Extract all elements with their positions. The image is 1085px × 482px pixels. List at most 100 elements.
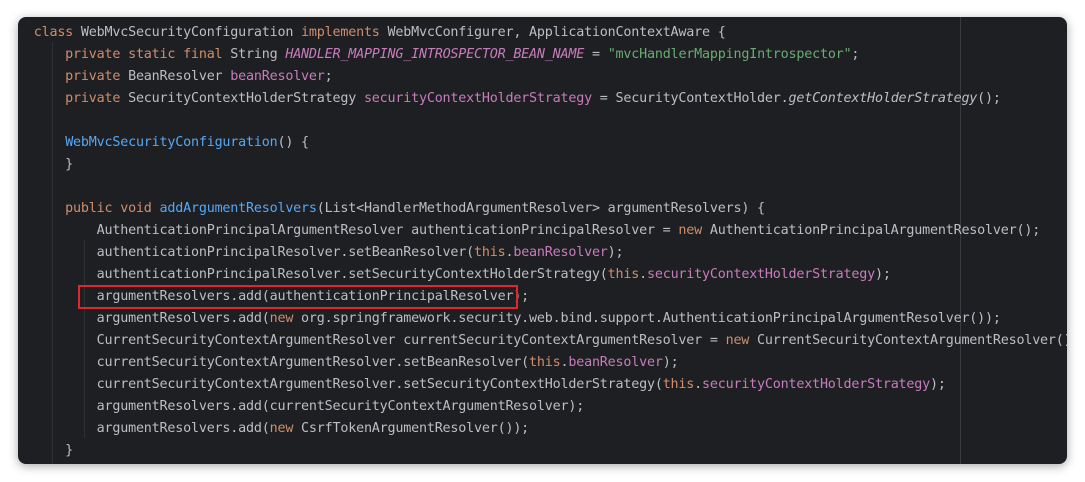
code-token: ; [324,69,333,84]
code-token: private static final [33,47,231,62]
code-token: securityContextHolderStrategy [363,91,592,106]
code-editor[interactable]: class WebMvcSecurityConfiguration implem… [18,17,1067,464]
code-token: CurrentSecurityContextArgumentResolver c… [33,333,726,348]
code-line[interactable]: AuthenticationPrincipalArgumentResolver … [18,220,1067,242]
code-token: new [725,333,758,348]
code-token: beanResolver [568,355,663,370]
code-token: argumentResolvers.add( [33,421,270,436]
code-line[interactable]: private static final String HANDLER_MAPP… [18,44,1067,66]
code-line[interactable]: argumentResolvers.add(new CsrfTokenArgum… [18,418,1067,440]
code-line[interactable]: private BeanResolver beanResolver; [18,66,1067,88]
code-line[interactable]: } [18,440,1067,462]
code-line[interactable]: private SecurityContextHolderStrategy se… [18,88,1067,110]
code-line[interactable]: } [18,154,1067,176]
code-token: beanResolver [230,69,325,84]
code-token: addArgumentResolvers [159,201,317,216]
code-token: currentSecurityContextArgumentResolver.s… [33,377,663,392]
code-token: WebMvcSecurityConfiguration [80,25,302,40]
code-token: CsrfTokenArgumentResolver()); [301,421,530,436]
code-token: String [230,47,286,62]
code-token: securityContextHolderStrategy [702,377,931,392]
code-token: . [694,377,703,392]
code-token: (List<HandlerMethodArgumentResolver> arg… [316,201,765,216]
code-token: SecurityContextHolderStrategy [128,91,364,106]
code-token: = SecurityContextHolder. [591,91,789,106]
code-token: WebMvcSecurityConfiguration [65,135,278,150]
code-token: securityContextHolderStrategy [646,267,875,282]
code-token: public void [33,201,160,216]
code-token: private [33,91,129,106]
code-token: beanResolver [513,245,608,260]
code-line-highlighted[interactable]: argumentResolvers.add(authenticationPrin… [18,286,1067,308]
code-token: ); [607,245,624,260]
code-token: this [474,245,506,260]
code-token: AuthenticationPrincipalArgumentResolver … [33,223,679,238]
code-token: currentSecurityContextArgumentResolver.s… [33,355,530,370]
code-token: ; [851,47,860,62]
code-token: BeanResolver [128,69,231,84]
code-token: CurrentSecurityContextArgumentResolver()… [757,333,1067,348]
code-token: ); [874,267,891,282]
code-token: org.springframework.security.web.bind.su… [301,311,1001,326]
code-line[interactable]: argumentResolvers.add(new org.springfram… [18,308,1067,330]
code-line[interactable]: authenticationPrincipalResolver.setSecur… [18,264,1067,286]
code-token: argumentResolvers.add(authenticationPrin… [33,289,530,304]
code-token: } [33,443,74,458]
code-token: = [584,47,608,62]
code-token: getContextHolderStrategy [788,91,978,106]
code-line[interactable]: argumentResolvers.add(currentSecurityCon… [18,396,1067,418]
code-token: AuthenticationPrincipalArgumentResolver(… [709,223,1041,238]
code-token: } [33,157,74,172]
code-token: argumentResolvers.add(currentSecurityCon… [33,399,585,414]
code-token: HANDLER_MAPPING_INTROSPECTOR_BEAN_NAME [285,47,585,62]
code-line[interactable]: public void addArgumentResolvers(List<Ha… [18,198,1067,220]
code-token: WebMvcConfigurer, ApplicationContextAwar… [387,25,726,40]
code-token: argumentResolvers.add( [33,311,270,326]
code-token: this [607,267,640,282]
code-token: () { [277,135,309,150]
code-token: new [678,223,710,238]
code-token: this [529,355,561,370]
code-token: authenticationPrincipalResolver.setSecur… [33,267,608,282]
code-line[interactable]: CurrentSecurityContextArgumentResolver c… [18,330,1067,352]
code-token: "mvcHandlerMappingIntrospector" [607,47,852,62]
code-token: implements [301,25,388,40]
code-token: authenticationPrincipalResolver.setBeanR… [33,245,475,260]
code-line[interactable]: WebMvcSecurityConfiguration() { [18,132,1067,154]
code-line[interactable]: class WebMvcSecurityConfiguration implem… [18,22,1067,44]
code-token: (); [977,91,1001,106]
code-token: . [639,267,647,282]
code-line[interactable]: currentSecurityContextArgumentResolver.s… [18,352,1067,374]
code-line[interactable]: authenticationPrincipalResolver.setBeanR… [18,242,1067,264]
code-line[interactable] [18,110,1067,132]
code-content[interactable]: class WebMvcSecurityConfiguration implem… [18,22,1067,462]
code-token: class [33,25,81,40]
code-token: new [269,311,302,326]
code-token: ); [662,355,679,370]
code-token: ); [930,377,946,392]
code-token: private [33,69,129,84]
code-token: new [269,421,302,436]
code-line[interactable]: currentSecurityContextArgumentResolver.s… [18,374,1067,396]
code-line[interactable] [18,176,1067,198]
